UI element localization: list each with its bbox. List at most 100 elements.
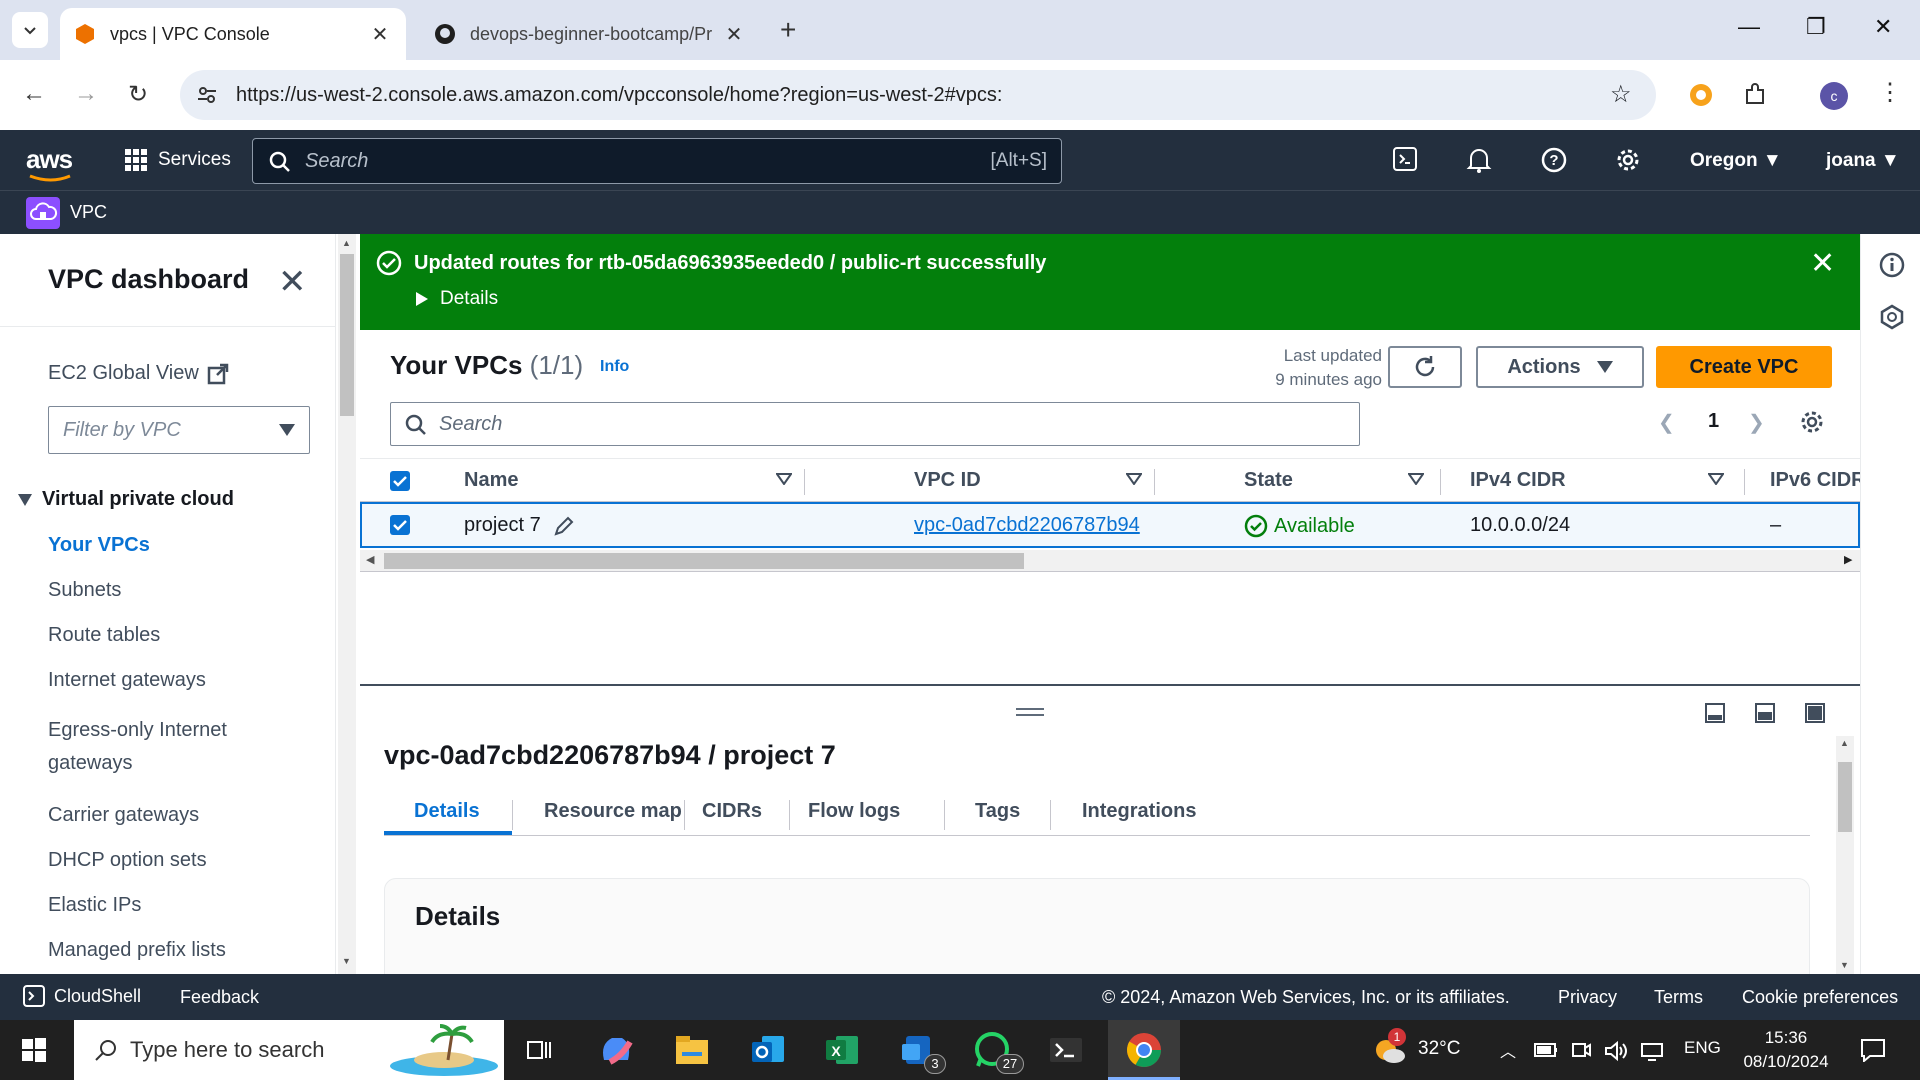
column-header-vpc-id[interactable]: VPC ID (914, 469, 981, 492)
tab-cidrs[interactable]: CIDRs (702, 800, 762, 823)
volume-icon[interactable] (1604, 1040, 1628, 1062)
table-row[interactable]: project 7 vpc-0ad7cbd2206787b94 Availabl… (360, 502, 1860, 548)
sidebar-item-managed-prefix-lists[interactable]: Managed prefix lists (48, 939, 226, 962)
weather-temperature[interactable]: 32°C (1418, 1038, 1460, 1060)
dismiss-flash-icon[interactable]: ✕ (1810, 246, 1835, 281)
minimize-icon[interactable]: — (1738, 14, 1760, 40)
vpc-id-link[interactable]: vpc-0ad7cbd2206787b94 (914, 514, 1140, 537)
chrome-taskbar-button[interactable] (1108, 1020, 1180, 1080)
settings-gear-icon[interactable] (1614, 146, 1642, 174)
flash-details-toggle[interactable]: Details (416, 288, 498, 310)
edit-pencil-icon[interactable] (553, 515, 575, 537)
sidebar-item-internet-gateways[interactable]: Internet gateways (48, 669, 206, 692)
column-header-name[interactable]: Name (464, 469, 518, 492)
refresh-button[interactable] (1388, 346, 1462, 388)
actions-button[interactable]: Actions (1476, 346, 1644, 388)
copilot-icon[interactable] (596, 1030, 636, 1070)
region-selector[interactable]: Oregon ▼ (1690, 150, 1782, 172)
aws-logo[interactable]: aws (26, 144, 73, 175)
aws-search-input[interactable]: Search [Alt+S] (252, 138, 1062, 184)
panel-position-side-icon[interactable] (1754, 702, 1776, 724)
sort-caret-icon[interactable] (776, 473, 792, 485)
tab-details[interactable]: Details (414, 800, 480, 823)
close-sidebar-icon[interactable]: ✕ (278, 262, 307, 302)
tab-vpc-console[interactable]: vpcs | VPC Console ✕ (60, 8, 406, 60)
table-search-input[interactable]: Search (390, 402, 1360, 446)
select-all-checkbox[interactable] (390, 471, 410, 491)
tab-search-button[interactable] (12, 12, 48, 48)
clock[interactable]: 15:36 08/10/2024 (1736, 1026, 1836, 1074)
sidebar-item-route-tables[interactable]: Route tables (48, 624, 160, 647)
cloudshell-icon[interactable] (1392, 146, 1418, 172)
close-window-icon[interactable]: ✕ (1874, 14, 1892, 40)
service-name-link[interactable]: VPC (70, 202, 107, 223)
address-bar[interactable]: https://us-west-2.console.aws.amazon.com… (180, 70, 1656, 120)
panel-maximize-icon[interactable] (1804, 702, 1826, 724)
outlook-icon[interactable] (748, 1030, 788, 1070)
notifications-icon[interactable] (1860, 1038, 1886, 1062)
cloudshell-button[interactable]: CloudShell (22, 984, 141, 1008)
excel-icon[interactable]: X (822, 1030, 862, 1070)
ec2-global-view-link[interactable]: EC2 Global View (48, 362, 229, 385)
scrollbar-thumb[interactable] (1838, 762, 1852, 832)
tab-resource-map[interactable]: Resource map (544, 800, 682, 823)
create-vpc-button[interactable]: Create VPC (1656, 346, 1832, 388)
bookmark-star-icon[interactable]: ☆ (1610, 80, 1632, 109)
bell-icon[interactable] (1466, 146, 1492, 174)
scrollbar-thumb[interactable] (340, 254, 354, 416)
scrollbar-thumb[interactable] (384, 553, 1024, 569)
column-header-state[interactable]: State (1244, 469, 1293, 492)
file-explorer-icon[interactable] (672, 1030, 712, 1070)
windows-start-icon[interactable] (22, 1038, 46, 1062)
back-icon[interactable]: ← (22, 80, 46, 108)
taskbar-search-input[interactable]: Type here to search (74, 1020, 504, 1080)
new-tab-icon[interactable]: + (780, 14, 796, 46)
forward-icon[interactable]: → (74, 80, 98, 108)
browser-menu-icon[interactable]: ⋮ (1878, 78, 1902, 107)
language-indicator[interactable]: ENG (1684, 1038, 1721, 1058)
sidebar-item-elastic-ips[interactable]: Elastic IPs (48, 894, 141, 917)
sidebar-item-your-vpcs[interactable]: Your VPCs (48, 534, 150, 557)
previous-page-icon[interactable]: ❮ (1658, 410, 1675, 435)
panel-position-bottom-icon[interactable] (1704, 702, 1726, 724)
tab-tags[interactable]: Tags (975, 800, 1020, 823)
sidebar-title[interactable]: VPC dashboard (48, 264, 249, 295)
tab-github[interactable]: devops-beginner-bootcamp/Pr ✕ (420, 8, 760, 60)
column-header-ipv6-cidr[interactable]: IPv6 CIDR (1770, 469, 1860, 492)
profile-avatar[interactable]: c (1820, 82, 1848, 110)
cookie-preferences-link[interactable]: Cookie preferences (1742, 987, 1898, 1008)
split-panel-scrollbar[interactable]: ▲ ▼ (1836, 736, 1854, 974)
services-menu[interactable]: Services (124, 148, 231, 172)
restore-icon[interactable]: ❐ (1806, 14, 1826, 40)
show-hidden-icons-icon[interactable]: ︿ (1500, 1038, 1516, 1062)
network-icon[interactable] (1640, 1040, 1666, 1062)
battery-icon[interactable] (1534, 1040, 1558, 1060)
feedback-link[interactable]: Feedback (180, 987, 259, 1008)
table-preferences-gear-icon[interactable] (1798, 408, 1826, 436)
meet-now-icon[interactable] (1570, 1040, 1592, 1062)
extension-grammarly-icon[interactable] (1688, 82, 1714, 108)
reload-icon[interactable]: ↻ (128, 80, 148, 109)
terms-link[interactable]: Terms (1654, 987, 1703, 1008)
close-tab-icon[interactable]: ✕ (722, 22, 746, 47)
sidebar-scrollbar[interactable]: ▲ ▼ (338, 234, 356, 974)
sort-caret-icon[interactable] (1126, 473, 1142, 485)
task-view-icon[interactable] (526, 1038, 552, 1062)
sort-caret-icon[interactable] (1708, 473, 1724, 485)
table-horizontal-scrollbar[interactable]: ◀ ▶ (360, 550, 1860, 572)
site-settings-icon[interactable] (196, 84, 218, 106)
info-panel-icon[interactable] (1879, 252, 1905, 278)
info-link[interactable]: Info (600, 358, 629, 376)
filter-by-vpc-select[interactable]: Filter by VPC (48, 406, 310, 454)
sidebar-item-egress-only-gateways[interactable]: Egress-only Internet gateways (48, 714, 268, 780)
section-virtual-private-cloud[interactable]: Virtual private cloud (18, 488, 234, 511)
terminal-icon[interactable] (1046, 1030, 1086, 1070)
page-number[interactable]: 1 (1708, 410, 1719, 433)
sort-caret-icon[interactable] (1408, 473, 1424, 485)
account-menu[interactable]: joana ▼ (1826, 150, 1900, 172)
next-page-icon[interactable]: ❯ (1748, 410, 1765, 435)
close-tab-icon[interactable]: ✕ (368, 22, 392, 47)
split-panel-drag-handle[interactable] (1016, 708, 1044, 716)
sidebar-item-dhcp-option-sets[interactable]: DHCP option sets (48, 849, 207, 872)
column-header-ipv4-cidr[interactable]: IPv4 CIDR (1470, 469, 1566, 492)
